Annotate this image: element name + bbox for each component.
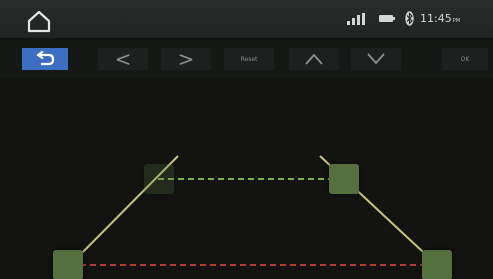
signal-icon xyxy=(347,13,365,25)
clock-ampm: PM xyxy=(452,18,461,24)
ok-button[interactable]: OK xyxy=(442,48,488,70)
clock: 11:45PM xyxy=(420,12,480,26)
home-icon[interactable] xyxy=(26,9,52,33)
up-button[interactable] xyxy=(289,48,339,70)
top-left-handle[interactable] xyxy=(144,164,174,194)
next-button[interactable]: > xyxy=(161,47,211,71)
status-bar: 11:45PM xyxy=(0,0,493,38)
chevron-up-icon xyxy=(305,53,323,65)
reset-button[interactable]: Reset xyxy=(224,48,274,70)
bottom-left-handle[interactable] xyxy=(53,250,83,279)
guide-lines-canvas xyxy=(69,155,438,266)
camera-preview xyxy=(0,78,493,279)
down-button[interactable] xyxy=(351,48,401,70)
next-label: > xyxy=(177,47,195,71)
top-right-handle[interactable] xyxy=(329,164,359,194)
prev-label: < xyxy=(114,47,132,71)
reset-label: Reset xyxy=(240,55,258,63)
ok-label: OK xyxy=(460,55,470,63)
back-arrow-icon xyxy=(36,51,55,66)
bottom-right-handle[interactable] xyxy=(422,250,452,279)
prev-button[interactable]: < xyxy=(98,47,148,71)
battery-icon xyxy=(379,15,395,22)
bluetooth-icon xyxy=(405,11,414,26)
chevron-down-icon xyxy=(367,53,385,65)
back-button[interactable] xyxy=(22,48,68,70)
clock-time: 11:45 xyxy=(420,12,452,25)
toolbar: < > Reset OK xyxy=(0,40,493,78)
